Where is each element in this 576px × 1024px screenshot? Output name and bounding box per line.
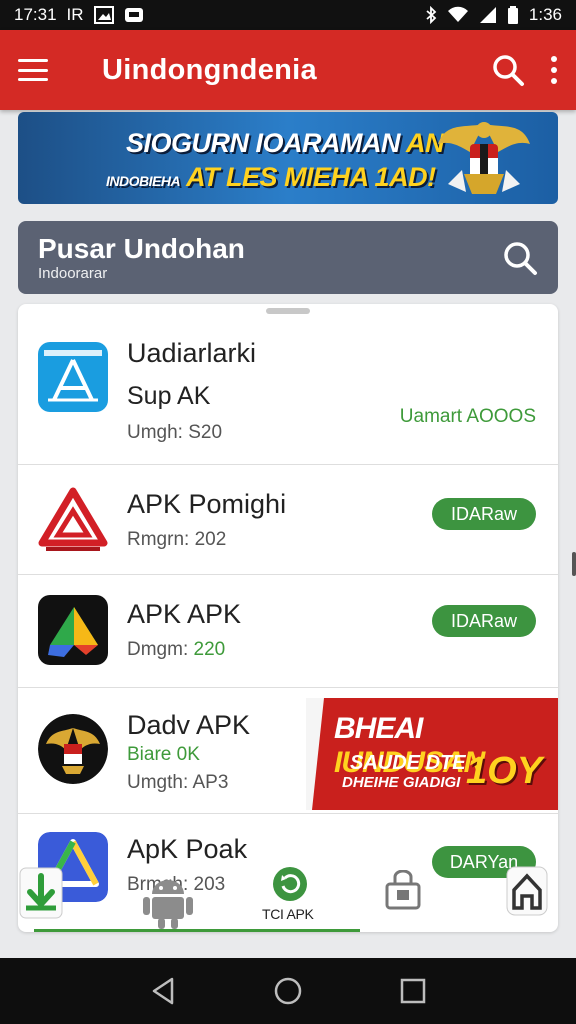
garuda-logo-icon (38, 714, 108, 784)
promo-subline: SAUDE DTE (350, 752, 466, 774)
scroll-indicator (572, 552, 576, 576)
package-tab-icon[interactable] (384, 870, 422, 910)
app-meta: Rmgrn: 202 (127, 529, 227, 550)
search-icon[interactable] (500, 238, 540, 278)
app-meta-value: 220 (193, 639, 226, 660)
recents-icon[interactable] (396, 974, 430, 1008)
app-meta: Umgth: AP3 (127, 772, 229, 793)
list-item[interactable]: APK APK Dmgm: 220 IDARaw (18, 575, 558, 688)
refresh-tab-icon[interactable] (272, 866, 308, 902)
bottom-tab-bar: TCI APK (18, 860, 558, 932)
garuda-emblem-icon (438, 122, 530, 194)
status-label-left: IR (66, 5, 84, 24)
play-store-icon (38, 595, 108, 665)
wifi-icon (447, 6, 468, 22)
battery-icon (507, 6, 518, 24)
app-status: Biare 0K (127, 744, 200, 765)
banner-headline: SIOGURN IOARAMAN AN (126, 128, 445, 159)
download-status: Uamart AOOOS (399, 406, 536, 427)
banner-subline: INDOBIEHA AT LES MIEHA 1AD! (106, 162, 436, 193)
banner-headline-a: SIOGURN IOARAMAN (126, 128, 401, 158)
search-card-title: Pusar Undohan (38, 233, 245, 264)
home-tab-icon[interactable] (506, 866, 548, 916)
banner-subline-a: INDOBIEHA (106, 173, 181, 189)
download-button[interactable]: IDARaw (432, 498, 536, 530)
status-bar: 17:31 IR 1:36 (0, 0, 576, 30)
home-icon[interactable] (271, 974, 305, 1008)
gallery-icon (93, 6, 114, 24)
promo-banner[interactable]: SIOGURN IOARAMAN AN INDOBIEHA AT LES MIE… (18, 112, 558, 204)
list-item[interactable]: Uadiarlarki Sup AK Umgh: S20 Uamart AOOO… (18, 322, 558, 465)
app-list: Uadiarlarki Sup AK Umgh: S20 Uamart AOOO… (18, 304, 558, 932)
download-button[interactable]: IDARaw (432, 605, 536, 637)
app-name: APK APK (127, 599, 242, 629)
search-card[interactable]: Pusar Undohan Indoorarar (18, 221, 558, 294)
tab-indicator (34, 929, 360, 932)
drag-handle[interactable] (266, 308, 310, 314)
app-meta: Dmgm: 220 (127, 639, 225, 661)
banner-subline-b: AT LES MIEHA 1AD! (186, 162, 436, 192)
status-time-right: 1:36 (528, 5, 562, 24)
apk-logo-icon (38, 487, 108, 551)
app-bar: Uindongndenia (0, 30, 576, 110)
app-name: Dadv APK (127, 710, 251, 740)
promo-big-text: 1OY (466, 750, 543, 792)
tab-label-apk[interactable]: TCI APK (262, 906, 314, 922)
status-right: 1:36 (425, 5, 562, 25)
download-tab-icon[interactable] (18, 862, 64, 920)
app-meta-label: Dmgm: (127, 639, 189, 660)
more-options-icon[interactable] (550, 56, 558, 84)
app-name: APK Pomighi (127, 489, 287, 519)
bluetooth-icon (426, 6, 437, 24)
app-store-icon (38, 342, 108, 412)
signal-icon (479, 7, 496, 23)
system-nav-bar (0, 958, 576, 1024)
status-left: 17:31 IR (14, 5, 144, 25)
hamburger-menu-icon[interactable] (18, 59, 48, 81)
status-time-left: 17:31 (14, 5, 57, 24)
back-icon[interactable] (146, 974, 180, 1008)
search-card-subtitle: Indoorarar (38, 265, 108, 282)
app-title: Uindongndenia (102, 53, 317, 86)
android-icon[interactable] (140, 870, 196, 930)
promo-ad[interactable]: BHEAI IUNDUSAN SAUDE DTE DHEIHE GIADIGI … (306, 698, 558, 810)
list-item[interactable]: APK Pomighi Rmgrn: 202 IDARaw (18, 465, 558, 575)
notification-icon (124, 8, 143, 22)
promo-headline-a: BHEAI (334, 712, 423, 745)
app-name: Uadiarlarki (127, 338, 257, 368)
app-name-secondary: Sup AK (127, 382, 211, 410)
promo-tagline: DHEIHE GIADIGI (342, 774, 461, 791)
app-meta: Umgh: S20 (127, 422, 223, 443)
search-icon[interactable] (490, 52, 526, 88)
